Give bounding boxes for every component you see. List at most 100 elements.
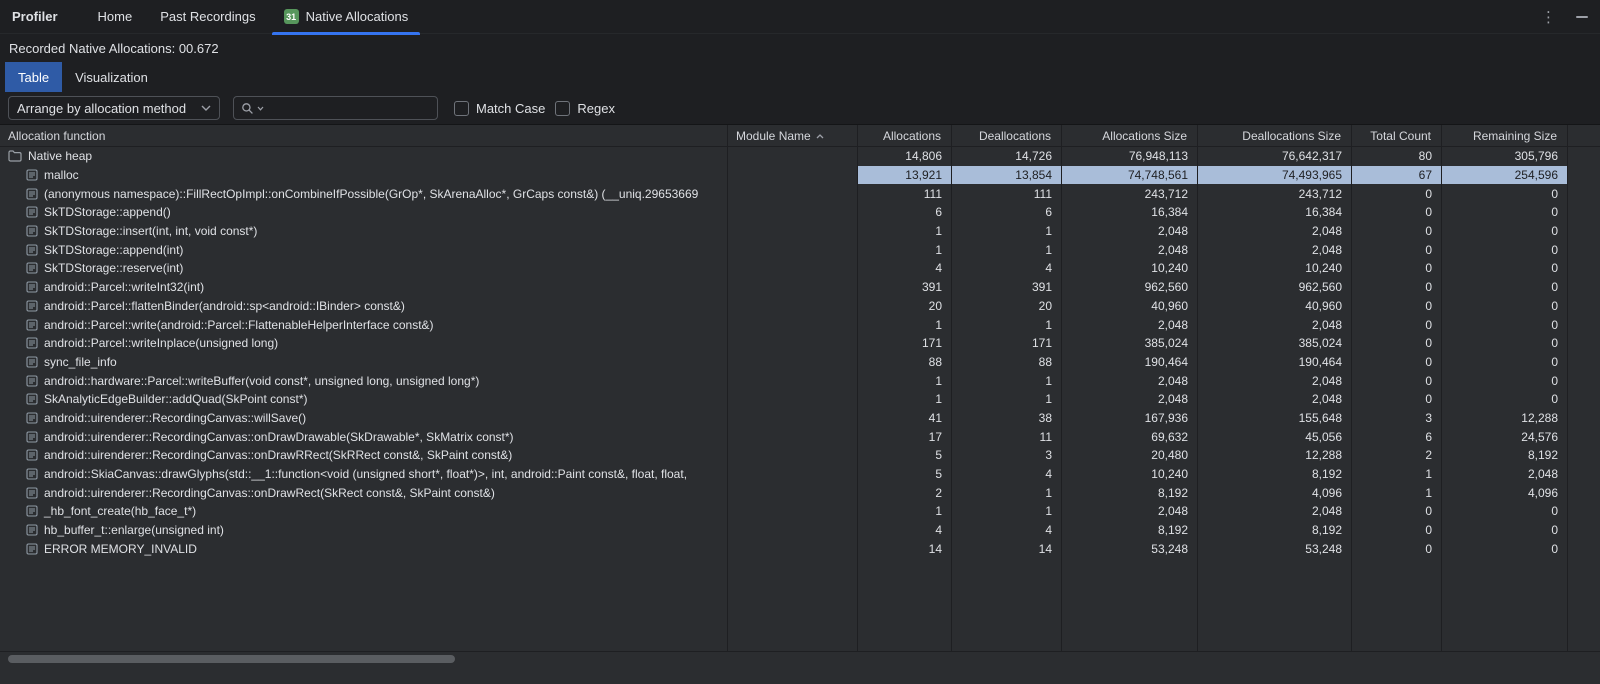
total-count-cell: 0 [1352,539,1442,558]
remaining-size-cell: 0 [1442,240,1568,259]
deallocations-size-cell: 190,464 [1198,353,1352,372]
table-row[interactable]: android::Parcel::flattenBinder(android::… [0,297,1600,316]
col-header-deallocations[interactable]: Deallocations [952,125,1062,146]
allocations-cell: 1 [858,502,952,521]
tab-visualization[interactable]: Visualization [62,62,161,92]
function-icon [26,206,38,218]
deallocations-size-cell: 2,048 [1198,390,1352,409]
total-count-cell: 0 [1352,521,1442,540]
remaining-size-cell: 0 [1442,259,1568,278]
more-options-icon[interactable]: ⋮ [1541,8,1556,26]
function-icon [26,431,38,443]
deallocations-cell: 38 [952,409,1062,428]
function-icon [26,262,38,274]
remaining-size-cell: 24,576 [1442,427,1568,446]
col-header-deallocations-size[interactable]: Deallocations Size [1198,125,1352,146]
function-icon [26,281,38,293]
total-count-cell: 0 [1352,371,1442,390]
row-filler [1568,315,1600,334]
table-row[interactable]: android::uirenderer::RecordingCanvas::on… [0,446,1600,465]
table-row[interactable]: android::SkiaCanvas::drawGlyphs(std::__1… [0,465,1600,484]
allocations-size-cell: 53,248 [1062,539,1198,558]
tab-table[interactable]: Table [5,62,62,92]
allocations-cell: 4 [858,521,952,540]
minimize-icon[interactable] [1576,16,1588,18]
allocations-cell: 171 [858,334,952,353]
function-icon [26,337,38,349]
allocation-function-cell: SkTDStorage::insert(int, int, void const… [0,222,728,241]
horizontal-scrollbar-thumb[interactable] [8,655,455,663]
col-header-allocation-function[interactable]: Allocation function [0,125,728,146]
module-name-cell [728,353,858,372]
table-row[interactable]: android::Parcel::writeInt32(int) 391 391… [0,278,1600,297]
table-row[interactable]: android::uirenderer::RecordingCanvas::on… [0,483,1600,502]
col-header-total-count[interactable]: Total Count [1352,125,1442,146]
row-filler [1568,539,1600,558]
view-tabs: Table Visualization [0,62,1600,92]
sort-ascending-icon [816,134,824,139]
col-header-allocations-size[interactable]: Allocations Size [1062,125,1198,146]
tab-home[interactable]: Home [84,0,147,34]
remaining-size-cell: 4,096 [1442,483,1568,502]
allocations-size-cell: 243,712 [1062,184,1198,203]
table-row[interactable]: SkTDStorage::append(int) 1 1 2,048 2,048… [0,240,1600,259]
table-row[interactable]: Native heap 14,806 14,726 76,948,113 76,… [0,147,1600,166]
table-row[interactable]: SkAnalyticEdgeBuilder::addQuad(SkPoint c… [0,390,1600,409]
tab-native-allocations[interactable]: 31 Native Allocations [270,0,423,34]
allocation-function-label: sync_file_info [44,355,117,369]
table-row[interactable]: ERROR MEMORY_INVALID 14 14 53,248 53,248… [0,539,1600,558]
table-row[interactable]: android::Parcel::writeInplace(unsigned l… [0,334,1600,353]
deallocations-cell: 1 [952,315,1062,334]
remaining-size-cell: 0 [1442,371,1568,390]
col-header-allocations[interactable]: Allocations [858,125,952,146]
module-name-cell [728,315,858,334]
search-icon [241,102,254,115]
tab-past-recordings[interactable]: Past Recordings [146,0,269,34]
table-row[interactable]: malloc 13,921 13,854 74,748,561 74,493,9… [0,166,1600,185]
total-count-cell: 0 [1352,334,1442,353]
allocations-size-cell: 20,480 [1062,446,1198,465]
total-count-cell: 0 [1352,297,1442,316]
search-field[interactable] [233,96,438,120]
function-icon [26,543,38,555]
table-row[interactable]: android::uirenderer::RecordingCanvas::wi… [0,409,1600,428]
horizontal-scrollbar[interactable] [0,651,1600,666]
col-header-remaining-size[interactable]: Remaining Size [1442,125,1568,146]
table-row[interactable]: android::Parcel::write(android::Parcel::… [0,315,1600,334]
deallocations-cell: 20 [952,297,1062,316]
allocation-function-cell: android::Parcel::writeInt32(int) [0,278,728,297]
table-row[interactable]: SkTDStorage::insert(int, int, void const… [0,222,1600,241]
allocation-function-label: android::Parcel::writeInplace(unsigned l… [44,336,278,350]
arrange-dropdown[interactable]: Arrange by allocation method [8,96,220,120]
table-row[interactable]: sync_file_info 88 88 190,464 190,464 0 0 [0,353,1600,372]
table-row[interactable]: android::uirenderer::RecordingCanvas::on… [0,427,1600,446]
table-row[interactable]: hb_buffer_t::enlarge(unsigned int) 4 4 8… [0,521,1600,540]
match-case-checkbox[interactable]: Match Case [454,101,545,116]
allocation-function-label: SkTDStorage::append(int) [44,243,183,257]
deallocations-cell: 111 [952,184,1062,203]
table-row[interactable]: (anonymous namespace)::FillRectOpImpl::o… [0,184,1600,203]
table-row[interactable]: SkTDStorage::reserve(int) 4 4 10,240 10,… [0,259,1600,278]
allocations-size-cell: 962,560 [1062,278,1198,297]
allocation-function-cell: _hb_font_create(hb_face_t*) [0,502,728,521]
regex-checkbox[interactable]: Regex [555,101,615,116]
function-icon [26,356,38,368]
module-name-cell [728,147,858,166]
function-icon [26,412,38,424]
table-row[interactable]: SkTDStorage::append() 6 6 16,384 16,384 … [0,203,1600,222]
table-row[interactable]: _hb_font_create(hb_face_t*) 1 1 2,048 2,… [0,502,1600,521]
allocation-function-cell: SkTDStorage::reserve(int) [0,259,728,278]
remaining-size-cell: 0 [1442,521,1568,540]
table-row[interactable]: android::hardware::Parcel::writeBuffer(v… [0,371,1600,390]
allocations-cell: 13,921 [858,166,952,185]
module-name-cell [728,222,858,241]
remaining-size-cell: 0 [1442,334,1568,353]
profiler-window: Profiler Home Past Recordings 31 Native … [0,0,1600,684]
allocations-size-cell: 385,024 [1062,334,1198,353]
allocations-size-cell: 40,960 [1062,297,1198,316]
col-header-module-name[interactable]: Module Name [728,125,858,146]
allocation-function-label: ERROR MEMORY_INVALID [44,542,197,556]
deallocations-cell: 1 [952,390,1062,409]
module-name-cell [728,521,858,540]
search-input[interactable] [267,101,430,116]
